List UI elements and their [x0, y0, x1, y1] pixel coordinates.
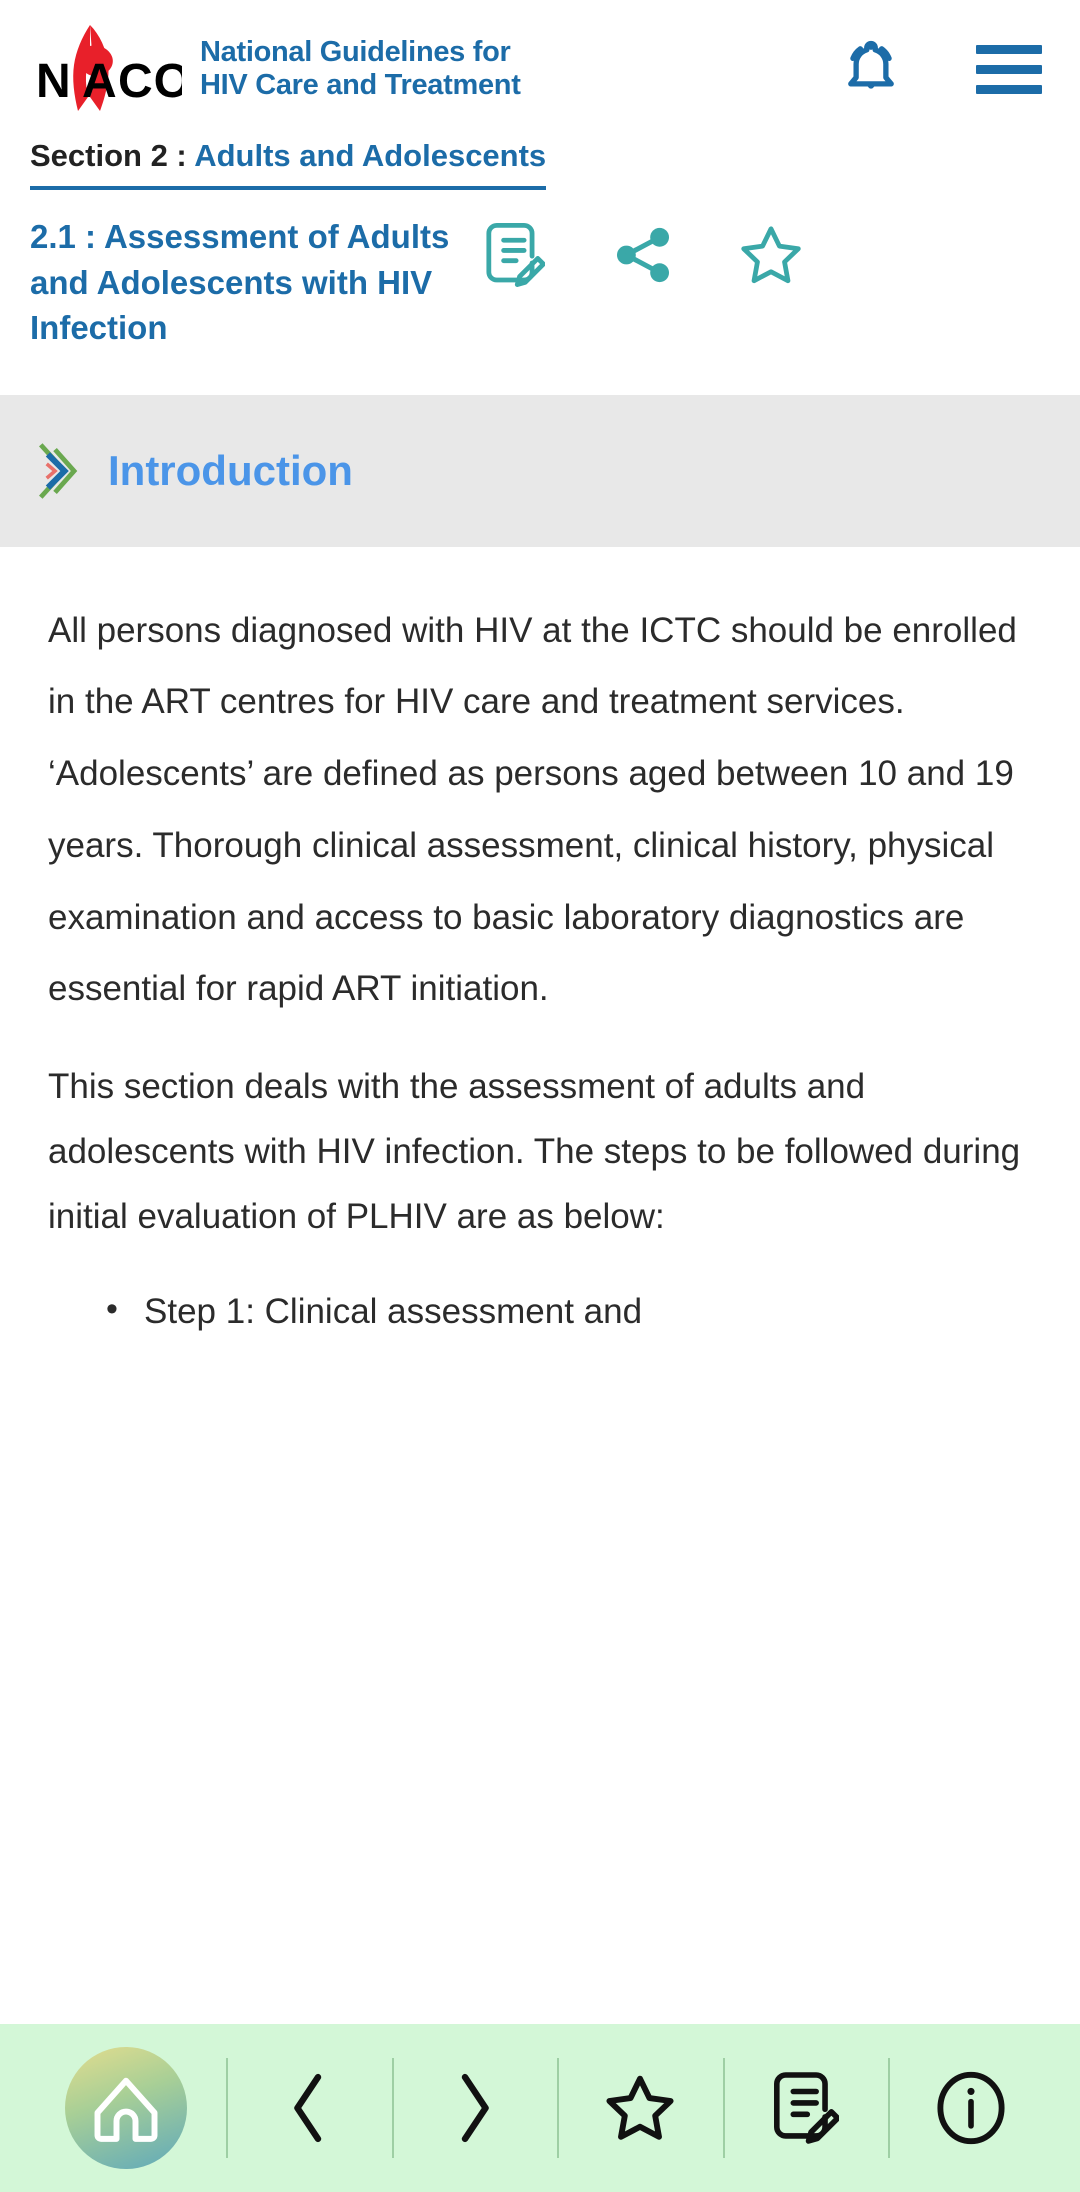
- breadcrumb-section-label: Section 2 :: [30, 138, 195, 173]
- page-title: 2.1 : Assessment of Adults and Adolescen…: [30, 218, 450, 347]
- naco-logo: N A CO: [30, 19, 191, 119]
- notification-button[interactable]: [828, 26, 914, 112]
- list-item: Step 1: Clinical assessment and: [106, 1277, 1032, 1346]
- paragraph: This section deals with the assessment o…: [48, 1067, 1021, 1236]
- svg-text:N: N: [36, 55, 72, 108]
- home-button-circle: [65, 2047, 187, 2169]
- brand-title-line2: HIV Care and Treatment: [200, 69, 521, 101]
- nav-bookmarks-button[interactable]: [557, 2044, 723, 2172]
- double-chevron-right-icon: [36, 440, 86, 502]
- brand-title: National Guidelines for HIV Care and Tre…: [200, 36, 521, 102]
- chevron-right-icon: [462, 2073, 490, 2143]
- nav-info-button[interactable]: [888, 2044, 1054, 2172]
- chapter-title-row: 2.1 : Assessment of Adults and Adolescen…: [0, 190, 1080, 351]
- svg-text:CO: CO: [118, 55, 182, 108]
- bell-icon: [848, 40, 894, 89]
- note-edit-icon: [486, 223, 545, 287]
- breadcrumb-block: Section 2 : Adults and Adolescents: [0, 138, 1080, 190]
- chapter-action-bar: [478, 214, 808, 292]
- breadcrumb-section-name: Adults and Adolescents: [194, 138, 547, 173]
- introduction-label: Introduction: [108, 446, 353, 494]
- star-outline-icon: [741, 226, 801, 284]
- note-edit-icon: [773, 2072, 839, 2144]
- star-outline-icon: [606, 2075, 674, 2140]
- paragraph: All persons diagnosed with HIV at the IC…: [48, 610, 1017, 1009]
- brand-title-line1: National Guidelines for: [200, 35, 511, 68]
- nav-notes-button[interactable]: [722, 2044, 889, 2172]
- share-button[interactable]: [606, 218, 680, 292]
- breadcrumb[interactable]: Section 2 : Adults and Adolescents: [30, 138, 547, 190]
- chevron-left-icon: [294, 2073, 322, 2143]
- app-header: N A CO National Guidelines for HIV Care …: [0, 0, 1080, 138]
- article-content: All persons diagnosed with HIV at the IC…: [0, 546, 1080, 2024]
- note-button[interactable]: [478, 218, 552, 292]
- nav-next-button[interactable]: [391, 2044, 558, 2172]
- bookmark-button[interactable]: [734, 218, 808, 292]
- share-icon: [616, 227, 670, 283]
- nav-home-button[interactable]: [26, 2044, 226, 2172]
- introduction-banner[interactable]: Introduction: [0, 394, 1080, 547]
- home-icon: [94, 2077, 158, 2142]
- svg-text:A: A: [82, 55, 118, 108]
- info-circle-icon: [937, 2071, 1005, 2145]
- steps-list: Step 1: Clinical assessment and: [48, 1277, 1032, 1346]
- brand-block[interactable]: N A CO National Guidelines for HIV Care …: [30, 19, 521, 119]
- nav-previous-button[interactable]: [226, 2044, 392, 2172]
- menu-button[interactable]: [966, 26, 1052, 112]
- app-screen: N A CO National Guidelines for HIV Care …: [0, 0, 1080, 2192]
- bottom-navigation-bar: [0, 2024, 1080, 2192]
- hamburger-menu-icon: [976, 44, 1042, 94]
